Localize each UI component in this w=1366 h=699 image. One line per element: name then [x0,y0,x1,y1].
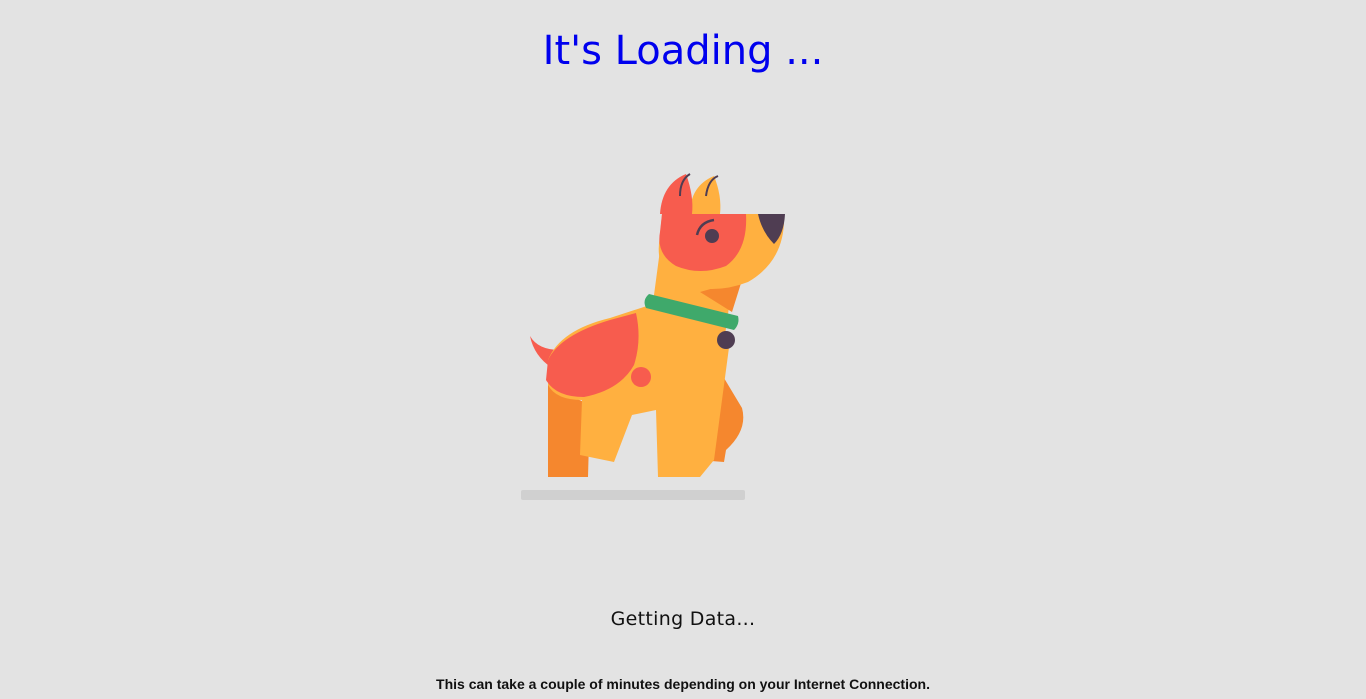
status-text: Getting Data... [610,608,756,630]
collar-tag [717,331,735,349]
floor-shadow [521,490,745,500]
loading-page: It's Loading ... Getting Data... This ca… [0,0,1366,699]
dog-illustration [521,173,785,500]
ear-front [660,174,693,214]
eye [705,229,719,243]
loading-title: It's Loading ... [542,28,824,74]
connection-note: This can take a couple of minutes depend… [436,676,930,692]
small-spot [631,367,651,387]
